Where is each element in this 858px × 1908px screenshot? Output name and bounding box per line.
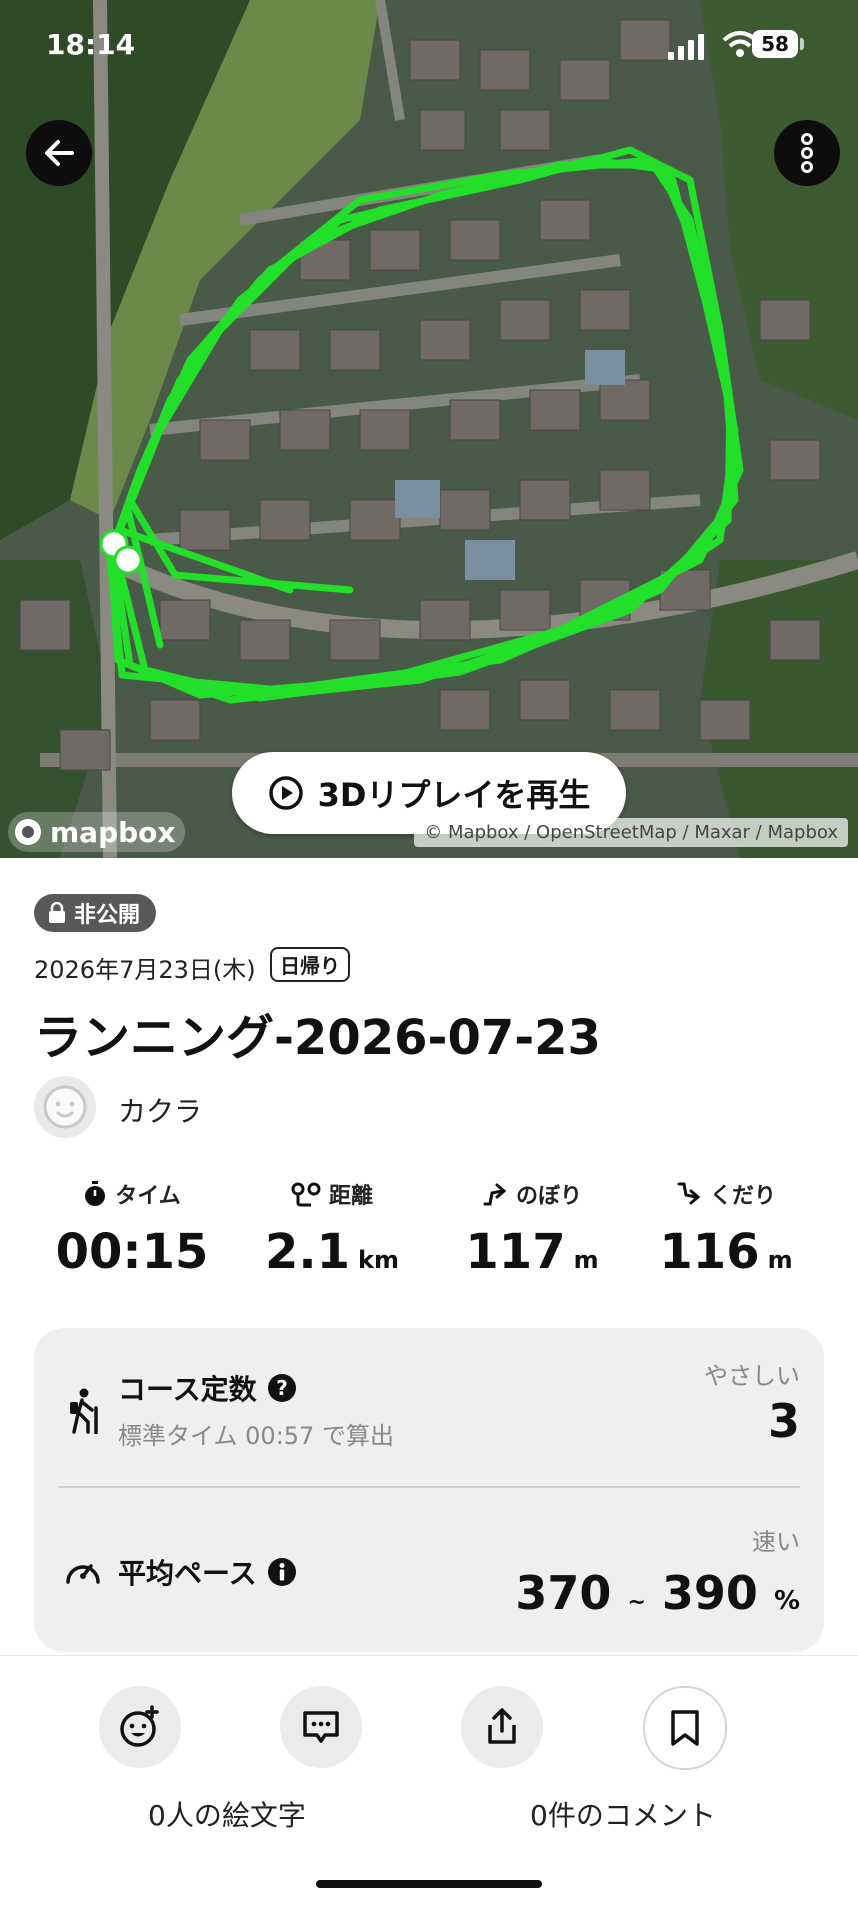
visibility-badge: 非公開	[34, 894, 157, 932]
status-bar: 18:14 58	[0, 0, 858, 90]
stat-ascent-value: 117	[465, 1224, 566, 1280]
stat-descent-value: 116	[659, 1224, 760, 1280]
average-pace-title: 平均ペース	[118, 1557, 257, 1590]
avatar[interactable]	[34, 1076, 96, 1138]
status-time: 18:14	[46, 28, 136, 61]
stat-ascent-value-row: 117 m	[432, 1224, 632, 1280]
stat-descent: くだり 116 m	[626, 1178, 826, 1280]
stat-descent-unit: m	[767, 1246, 793, 1274]
course-grade: やさしい	[704, 1362, 800, 1390]
cellular-signal-icon	[668, 34, 704, 60]
replay-label: 3Dリプレイを再生	[317, 776, 591, 814]
pace-unit: %	[773, 1586, 800, 1616]
stat-ascent-unit: m	[573, 1246, 599, 1274]
satellite-image	[0, 0, 858, 858]
course-constant-title: コース定数	[118, 1373, 257, 1406]
visibility-label: 非公開	[74, 903, 141, 928]
route-map[interactable]: 18:14 58 3Dリプレイを再生 mapbox © Mapbox / Ope…	[0, 0, 858, 858]
stat-time-value: 00:15	[55, 1224, 209, 1280]
stat-time-label-row: タイム	[32, 1178, 232, 1210]
stat-distance-value-row: 2.1 km	[232, 1224, 432, 1280]
activity-date: 2026年7月23日(木)	[34, 956, 256, 984]
pace-value-high: 390	[661, 1566, 758, 1620]
card-divider	[58, 1486, 800, 1488]
help-icon[interactable]: ?	[267, 1373, 297, 1403]
battery-indicator: 58	[752, 30, 798, 58]
trip-type-badge: 日帰り	[270, 947, 350, 982]
mapbox-icon	[15, 819, 41, 845]
stopwatch-icon	[85, 1181, 106, 1206]
battery-tip	[800, 38, 804, 50]
course-constant-sub: 標準タイム 00:57 で算出	[118, 1422, 394, 1450]
stat-descent-label-row: くだり	[626, 1178, 826, 1210]
stat-descent-value-row: 116 m	[626, 1224, 826, 1280]
lock-icon	[49, 902, 65, 923]
stat-ascent-label: のぼり	[515, 1184, 582, 1209]
emoji-reaction-button[interactable]	[99, 1686, 181, 1768]
stat-time-value-row: 00:15	[32, 1224, 232, 1280]
more-vertical-icon	[801, 133, 813, 173]
action-bar: 0人の絵文字 0件のコメント	[0, 1655, 858, 1908]
stat-distance-label: 距離	[328, 1184, 373, 1209]
emoji-add-icon	[120, 1705, 159, 1747]
bookmark-button[interactable]	[643, 1686, 727, 1770]
stat-distance-value: 2.1	[265, 1224, 351, 1280]
pace-value-low: 370	[515, 1566, 612, 1620]
stat-distance-unit: km	[358, 1246, 399, 1274]
comment-count-label[interactable]: 0件のコメント	[530, 1794, 716, 1834]
mapbox-logo-text: mapbox	[50, 815, 176, 849]
map-attribution[interactable]: © Mapbox / OpenStreetMap / Maxar / Mapbo…	[414, 818, 848, 847]
stat-ascent: のぼり 117 m	[432, 1178, 632, 1280]
more-options-button[interactable]	[774, 120, 840, 186]
pace-value-row: 370 ~ 390 %	[515, 1566, 800, 1620]
share-icon	[488, 1708, 516, 1744]
info-icon[interactable]	[267, 1557, 297, 1587]
hiker-icon	[70, 1388, 98, 1434]
comment-button[interactable]	[280, 1686, 362, 1768]
comment-icon	[303, 1711, 339, 1743]
user-name[interactable]: カクラ	[118, 1090, 202, 1130]
svg-text:?: ?	[276, 1376, 288, 1400]
mapbox-logo[interactable]: mapbox	[8, 812, 186, 852]
activity-title: ランニング-2026-07-23	[34, 1010, 601, 1066]
end-marker	[113, 545, 143, 575]
home-indicator	[316, 1880, 542, 1888]
stat-time-label: タイム	[115, 1184, 181, 1209]
stat-distance: 距離 2.1 km	[232, 1178, 432, 1280]
route-pins-icon	[291, 1182, 321, 1207]
face-icon	[43, 1085, 87, 1129]
course-constant-value: 3	[767, 1394, 800, 1448]
descent-arrow-icon	[677, 1182, 701, 1205]
ascent-arrow-icon	[483, 1183, 507, 1206]
play-circle-icon	[268, 776, 303, 810]
back-button[interactable]	[26, 120, 92, 186]
speedometer-icon	[66, 1564, 100, 1584]
stat-descent-label: くだり	[709, 1184, 776, 1209]
pace-grade: 速い	[752, 1528, 800, 1556]
emoji-count-label[interactable]: 0人の絵文字	[148, 1794, 306, 1834]
average-pace-title-row: 平均ペース	[118, 1552, 297, 1592]
stat-distance-label-row: 距離	[232, 1178, 432, 1210]
stat-ascent-label-row: のぼり	[432, 1178, 632, 1210]
course-constant-title-row: コース定数 ?	[118, 1368, 297, 1408]
arrow-left-icon	[45, 140, 74, 166]
pace-separator: ~	[627, 1590, 646, 1615]
stat-time: タイム 00:15	[32, 1178, 232, 1280]
share-button[interactable]	[461, 1686, 543, 1768]
course-info-card: コース定数 ? 標準タイム 00:57 で算出 やさしい 3 平均ペース 速い …	[34, 1328, 824, 1652]
bookmark-icon	[671, 1710, 699, 1746]
